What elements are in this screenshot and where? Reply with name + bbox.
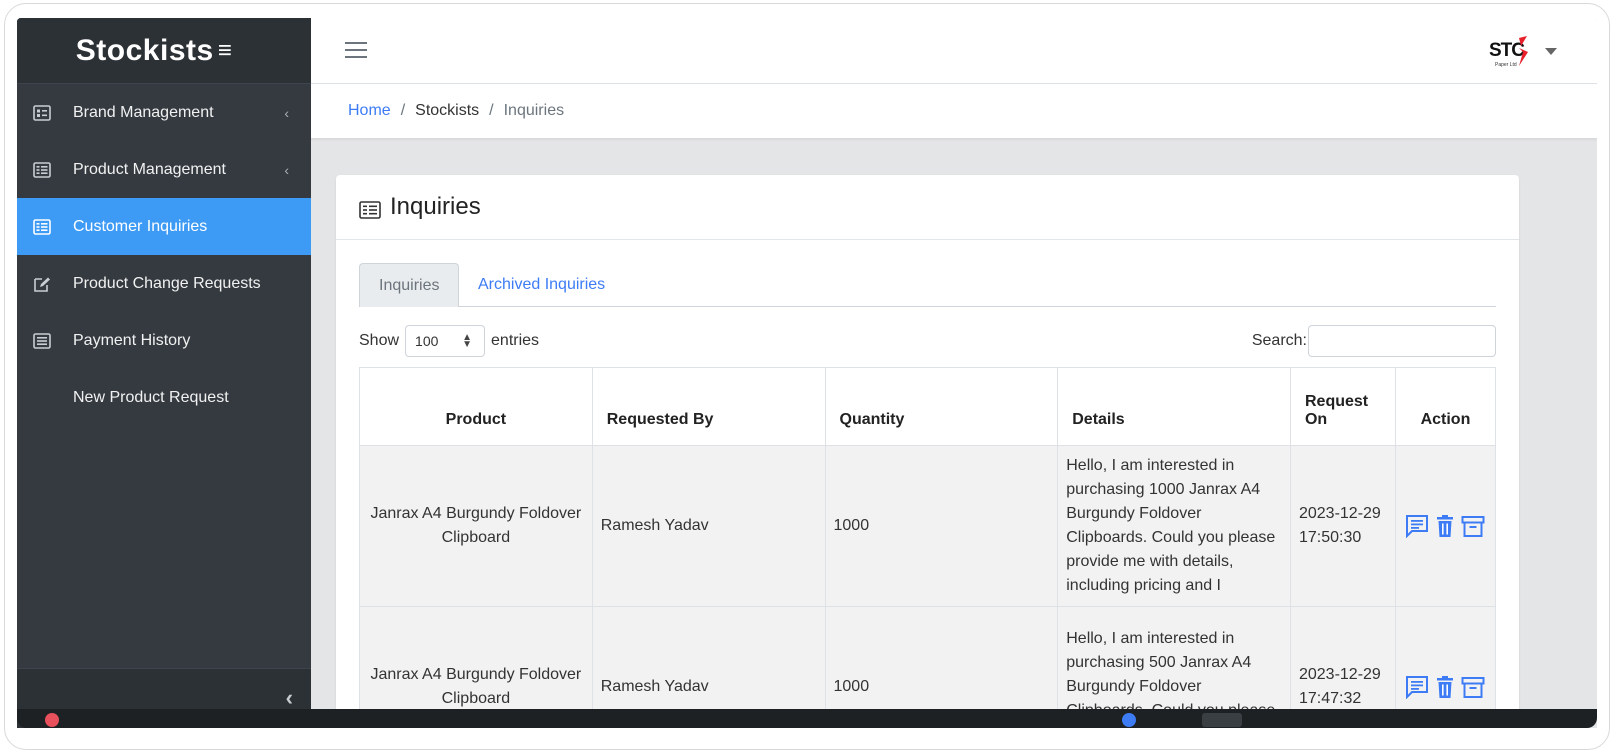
hamburger-menu-icon[interactable] [345,42,367,58]
inquiries-table: Product Requested By Quantity Details Re… [359,367,1497,728]
trash-icon[interactable] [1433,675,1457,699]
list-table-icon [33,218,51,235]
breadcrumb-separator: / [489,102,494,119]
search-input[interactable] [1308,325,1496,357]
tab-archived-inquiries[interactable]: Archived Inquiries [459,263,624,307]
logo-flag-icon [1519,36,1528,66]
breadcrumb-current: Inquiries [503,102,565,119]
cell-details: Hello, I am interested in purchasing 100… [1057,445,1291,607]
app-screen: Stockists ≡ Brand Management ‹ Product M… [17,18,1597,728]
list-table-icon [359,198,381,219]
brand-logo[interactable]: Stockists ≡ [17,18,311,84]
sidebar-collapse-icon[interactable]: ‹ [286,685,293,711]
column-header-request-on[interactable]: Request On [1289,367,1396,446]
cell-quantity: 1000 [824,445,1059,607]
sidebar-item-product-management[interactable]: Product Management ‹ [17,141,311,198]
sidebar-item-brand-management[interactable]: Brand Management ‹ [17,84,311,141]
taskbar-strip [17,709,1597,728]
table-row: Janrax A4 Burgundy Foldover Clipboard Ra… [359,445,1497,607]
sidebar-item-label: Product Management [73,160,226,178]
taskbar-app-icon[interactable] [1122,713,1136,727]
show-label: Show [359,332,400,349]
list-table-icon [33,161,51,178]
brand-name: Stockists [75,33,214,67]
edit-icon [33,276,51,292]
chevron-left-icon: ‹ [284,161,289,178]
brand-menu-icon: ≡ [217,36,233,64]
cell-requested-by: Ramesh Yadav [591,445,826,607]
sort-arrows-icon: ▲ ▼ [462,332,473,350]
breadcrumb-home[interactable]: Home [348,102,391,120]
column-header-product[interactable]: Product [359,367,593,446]
cell-actions [1394,445,1497,607]
trash-icon[interactable] [1433,514,1457,538]
inquiries-card: Inquiries Inquiries Archived Inquiries S… [336,175,1519,728]
cell-request-on: 2023-12-29 17:50:30 [1289,445,1396,607]
document-list-icon [33,332,51,349]
column-header-details[interactable]: Details [1057,367,1291,446]
user-menu-caret-icon[interactable] [1545,48,1557,55]
entries-select-value: 100 [415,333,439,349]
search-label: Search: [1251,332,1307,349]
logo-subtext: Paper Ltd [1495,62,1517,68]
tab-bar: Inquiries Archived Inquiries [359,263,1496,307]
breadcrumb-section: Stockists [415,102,480,119]
sidebar-item-label: Payment History [73,331,191,349]
search-control: Search: [1252,325,1496,357]
breadcrumb-separator: / [400,102,406,119]
entries-length-control: Show 100 ▲ ▼ entries [359,325,539,357]
sidebar-item-new-product-request[interactable]: New Product Request [17,369,311,426]
card-header: Inquiries [336,175,1519,240]
breadcrumb: Home / Stockists / Inquiries [311,84,1597,139]
taskbar-app-icon[interactable] [45,713,59,727]
column-header-requested-by[interactable]: Requested By [591,367,826,446]
entries-label: entries [491,332,540,349]
company-logo[interactable]: STC Paper Ltd [1489,36,1537,70]
top-navbar: STC Paper Ltd [311,18,1597,84]
sidebar-item-label: New Product Request [73,388,229,406]
id-card-icon [33,104,51,121]
sidebar: Stockists ≡ Brand Management ‹ Product M… [17,18,311,728]
sidebar-item-label: Product Change Requests [73,274,261,292]
reply-message-icon[interactable] [1405,675,1429,700]
column-header-quantity[interactable]: Quantity [824,367,1059,446]
column-header-action: Action [1394,367,1497,446]
table-header-row: Product Requested By Quantity Details Re… [359,367,1497,446]
chevron-left-icon: ‹ [284,104,289,121]
archive-icon[interactable] [1461,514,1485,538]
sidebar-item-product-change-requests[interactable]: Product Change Requests [17,255,311,312]
page-title: Inquiries [390,193,481,220]
tab-inquiries[interactable]: Inquiries [359,263,460,307]
taskbar-app-icon[interactable] [1202,713,1242,727]
sidebar-item-payment-history[interactable]: Payment History [17,312,311,369]
sidebar-item-label: Customer Inquiries [73,217,208,235]
entries-select[interactable]: 100 ▲ ▼ [405,325,486,357]
sidebar-item-label: Brand Management [73,103,214,121]
archive-icon[interactable] [1461,675,1485,699]
sidebar-item-customer-inquiries[interactable]: Customer Inquiries [17,198,311,255]
reply-message-icon[interactable] [1405,514,1429,539]
cell-product: Janrax A4 Burgundy Foldover Clipboard [359,445,593,607]
